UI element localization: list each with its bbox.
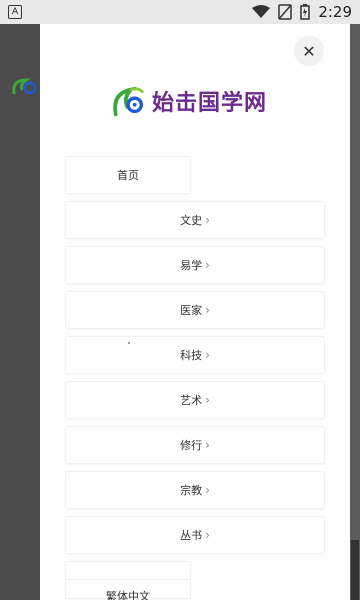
menu-item-practice[interactable]: 修行 ›	[65, 426, 325, 464]
menu-item-art[interactable]: 艺术 ›	[65, 381, 325, 419]
chevron-right-icon: ›	[205, 213, 210, 227]
wifi-icon	[252, 5, 271, 19]
menu-item-book-series[interactable]: 丛书 ›	[65, 516, 325, 554]
menu-item-label: 文史	[180, 214, 203, 227]
page-edge	[350, 24, 360, 600]
status-bar: A 2:29	[0, 0, 360, 24]
menu-item-technology[interactable]: 科技 ›	[65, 336, 325, 374]
chevron-right-icon: ›	[205, 528, 210, 542]
menu-item-label: 易学	[180, 259, 203, 272]
chevron-right-icon: ›	[205, 258, 210, 272]
chevron-right-icon: ›	[205, 393, 210, 407]
logo-icon	[113, 86, 144, 117]
menu-item-label: 宗教	[180, 484, 203, 497]
menu-item-home[interactable]: 首页	[65, 156, 191, 194]
battery-icon	[300, 4, 311, 20]
stray-dot	[128, 342, 130, 344]
language-toggle-button[interactable]: 繁体中文	[65, 579, 191, 600]
navigation-drawer: ✕ 始击国学网 首页 文史 › 易学 › 医家 › 科技 › 艺术 › 修行 ›…	[40, 24, 350, 600]
notification-icon: A	[8, 5, 22, 19]
language-label: 繁体中文	[106, 590, 150, 600]
menu-item-label: 科技	[180, 349, 203, 362]
close-icon: ✕	[302, 41, 316, 61]
clock: 2:29	[318, 3, 352, 21]
scrollbar[interactable]	[351, 540, 359, 600]
menu-item-label: 艺术	[180, 394, 203, 407]
close-button[interactable]: ✕	[294, 36, 324, 66]
no-sim-icon	[278, 4, 293, 20]
menu-item-literature-history[interactable]: 文史 ›	[65, 201, 325, 239]
dimmed-page-overlay[interactable]	[0, 24, 40, 600]
menu-item-medicine[interactable]: 医家 ›	[65, 291, 325, 329]
chevron-right-icon: ›	[205, 348, 210, 362]
site-name: 始击国学网	[152, 91, 268, 116]
site-logo[interactable]: 始击国学网	[110, 82, 267, 120]
chevron-right-icon: ›	[205, 438, 210, 452]
nav-menu: 首页 文史 › 易学 › 医家 › 科技 › 艺术 › 修行 › 宗教 › 丛书…	[65, 156, 325, 600]
chevron-right-icon: ›	[205, 483, 210, 497]
menu-item-label: 修行	[180, 439, 203, 452]
background-logo-icon	[12, 78, 37, 95]
menu-item-label: 医家	[180, 304, 203, 317]
menu-item-label: 首页	[117, 169, 139, 182]
menu-item-yixue[interactable]: 易学 ›	[65, 246, 325, 284]
chevron-right-icon: ›	[205, 303, 210, 317]
menu-item-label: 丛书	[180, 529, 203, 542]
menu-item-religion[interactable]: 宗教 ›	[65, 471, 325, 509]
